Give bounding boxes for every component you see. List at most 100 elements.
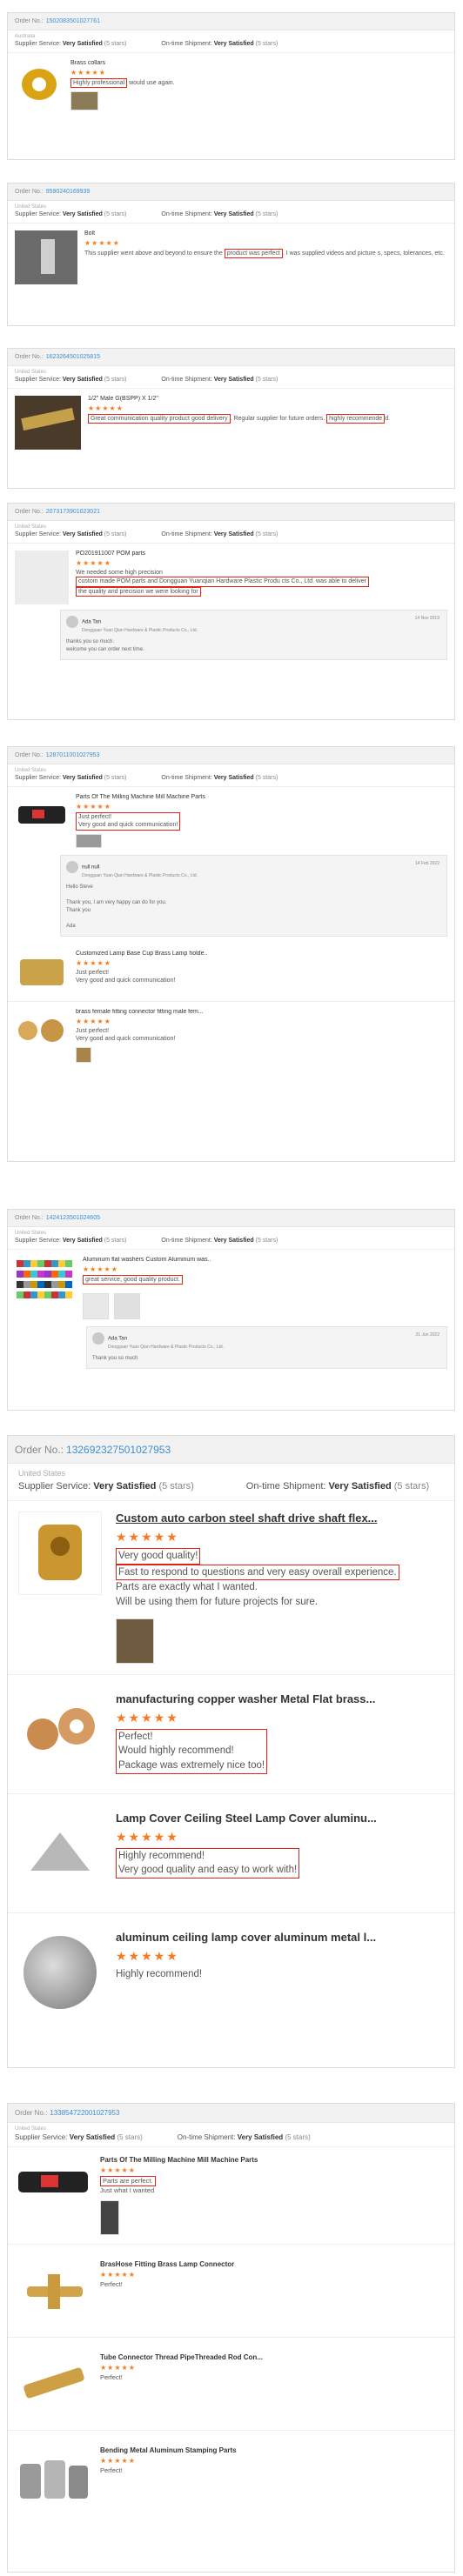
rating-stars: ★★★★★ — [100, 2271, 136, 2279]
review-text: Highly recommend! — [116, 1968, 203, 1979]
review-item: Brass collars ★★★★★ Highly professional … — [8, 53, 454, 117]
reply-text: thanks you so much. welcome you can order… — [66, 639, 144, 652]
order-card: Order No.: 1424123501024605 United States… — [7, 1209, 455, 1411]
product-image[interactable] — [15, 60, 64, 109]
product-image[interactable] — [15, 551, 69, 604]
order-number[interactable]: 132692327501027953 — [66, 1444, 171, 1456]
review-text: We needed some high precision custom mad… — [76, 569, 447, 597]
review-photo[interactable] — [83, 1293, 109, 1320]
reply-date: 14 Nov 2019 — [414, 616, 440, 621]
review-text: Great communication quality product good… — [88, 414, 447, 424]
review-photo[interactable] — [116, 1618, 154, 1664]
product-image[interactable] — [18, 1512, 102, 1595]
rating-stars: ★★★★★ — [83, 1265, 118, 1273]
supplier-reply: Ada Tan Dongguan Yuan Qian Hardware & Pl… — [60, 610, 447, 660]
review-text: Highly recommend! Very good quality and e… — [116, 1847, 444, 1879]
reply-text: Thank you so much — [92, 1356, 138, 1362]
product-image[interactable] — [15, 2446, 93, 2508]
review-item: Custom auto carbon steel shaft drive sha… — [8, 1501, 454, 1675]
review-text: great service, good quality product. — [83, 1275, 447, 1285]
product-image[interactable] — [15, 396, 81, 450]
review-item: Bolt ★★★★★ This supplier went above and … — [8, 224, 454, 291]
review-photo[interactable] — [100, 2200, 119, 2236]
review-photo[interactable] — [76, 833, 102, 848]
supplier-reply: null null Dongguan Yuan Qian Hardware & … — [60, 854, 447, 937]
product-image[interactable] — [15, 2260, 93, 2322]
ratings-row: Supplier Service: Very Satisfied (5 star… — [8, 2132, 454, 2147]
buyer-country: United States — [18, 1469, 66, 1478]
product-image[interactable] — [15, 1257, 76, 1311]
product-title[interactable]: Bending Metal Aluminum Stamping Parts — [100, 2446, 447, 2454]
avatar — [66, 616, 78, 628]
reply-date: 14 Feb 2022 — [414, 860, 440, 866]
product-image[interactable] — [15, 950, 69, 994]
product-title[interactable]: Lamp Cover Ceiling Steel Lamp Cover alum… — [116, 1812, 444, 1825]
review-list: Order No.: 1502083501027761 Australia Sup… — [0, 0, 463, 2576]
ratings-row: Supplier Service: Very Satisfied (5 star… — [8, 1478, 454, 1501]
product-title[interactable]: Customized Lamp Base Cup Brass Lamp hold… — [76, 951, 447, 957]
review-photo[interactable] — [76, 1046, 91, 1063]
order-number[interactable]: 9590240169939 — [46, 189, 91, 195]
order-number[interactable]: 1502083501027761 — [46, 18, 100, 24]
ratings-row: Supplier Service: Very Satisfied (5 star… — [8, 375, 454, 389]
review-item: BrasHose Fitting Brass Lamp Connector ★★… — [8, 2245, 454, 2339]
product-image[interactable] — [15, 2156, 93, 2208]
review-item: Parts Of The Milling Machine Mill Machin… — [8, 787, 454, 850]
order-number[interactable]: 2073173901023021 — [46, 509, 100, 515]
order-header: Order No.: 1502083501027761 — [8, 13, 454, 30]
rating-stars: ★★★★★ — [76, 559, 111, 567]
rating-stars: ★★★★★ — [100, 2457, 136, 2466]
product-title[interactable]: Tube Connector Thread PipeThreaded Rod C… — [100, 2353, 447, 2361]
order-card: Order No.: 1623264501025815 United States… — [7, 348, 455, 489]
buyer-country: United States — [15, 370, 47, 375]
product-title[interactable]: brass female fitting connector fitting m… — [76, 1009, 447, 1015]
order-number[interactable]: 1623264501025815 — [46, 354, 100, 360]
product-image[interactable] — [18, 1930, 102, 2014]
review-photo[interactable] — [70, 91, 98, 111]
review-text: Just perfect! Very good and quick communi… — [76, 1027, 176, 1043]
review-item: brass female fitting connector fitting m… — [8, 1002, 454, 1070]
product-title[interactable]: Parts Of The Milling Machine Mill Machin… — [100, 2156, 447, 2164]
order-number[interactable]: 1287011001027953 — [46, 752, 100, 758]
product-title[interactable]: 1/2" Male G(BSPP) X 1/2" — [88, 396, 447, 402]
review-text: Perfect! — [100, 2280, 123, 2289]
product-title[interactable]: Custom auto carbon steel shaft drive sha… — [116, 1512, 444, 1525]
reply-date: 21 Jun 2022 — [415, 1332, 440, 1338]
product-title[interactable]: BrasHose Fitting Brass Lamp Connector — [100, 2260, 447, 2268]
product-image[interactable] — [15, 230, 77, 284]
product-title[interactable]: Brass collars — [70, 60, 447, 66]
review-text: Perfect! Would highly recommend! Package w… — [116, 1728, 444, 1774]
review-item: Parts Of The Milling Machine Mill Machin… — [8, 2147, 454, 2246]
buyer-country: United States — [15, 768, 47, 773]
product-title[interactable]: Parts Of The Milling Machine Mill Machin… — [76, 794, 447, 800]
product-title[interactable]: aluminum ceiling lamp cover aluminum met… — [116, 1931, 444, 1944]
product-title[interactable]: manufacturing copper washer Metal Flat b… — [116, 1692, 444, 1705]
order-number[interactable]: 133854722001027953 — [50, 2109, 119, 2117]
product-image[interactable] — [15, 2353, 93, 2415]
review-text: This supplier went above and beyond to e… — [84, 249, 447, 259]
product-image[interactable] — [15, 1008, 69, 1052]
rating-stars: ★★★★★ — [116, 1948, 179, 1963]
review-item: 1/2" Male G(BSPP) X 1/2" ★★★★★ Great com… — [8, 389, 454, 457]
review-item: manufacturing copper washer Metal Flat b… — [8, 1675, 454, 1794]
review-photo[interactable] — [114, 1293, 140, 1320]
review-text: Perfect! — [100, 2373, 123, 2382]
rating-stars: ★★★★★ — [100, 2166, 136, 2174]
order-card: Order No.: 1287011001027953 United States… — [7, 746, 455, 1162]
order-card: Order No.: 2073173901023021 United States… — [7, 503, 455, 720]
reply-text: Hello Steve Thank you, I am very happy ca… — [66, 884, 167, 929]
review-text: Perfect! — [100, 2466, 123, 2475]
ratings-row: Supplier Service: Very Satisfied (5 star… — [8, 773, 454, 787]
product-image[interactable] — [18, 1811, 102, 1895]
rating-stars: ★★★★★ — [116, 1710, 179, 1725]
product-title[interactable]: Bolt — [84, 230, 447, 237]
product-title[interactable]: Aluminum flat washers Custom Aluminum wa… — [83, 1257, 447, 1263]
product-image[interactable] — [15, 794, 69, 838]
product-image[interactable] — [18, 1692, 102, 1776]
ratings-row: Supplier Service: Very Satisfied (5 star… — [8, 1236, 454, 1250]
rating-stars: ★★★★★ — [70, 69, 106, 77]
review-text: Very good quality! Fast to respond to qu… — [116, 1548, 444, 1610]
ratings-row: Supplier Service: Very Satisfied (5 star… — [8, 210, 454, 224]
product-title[interactable]: PO201911007 POM parts — [76, 551, 447, 557]
order-number[interactable]: 1424123501024605 — [46, 1215, 100, 1221]
